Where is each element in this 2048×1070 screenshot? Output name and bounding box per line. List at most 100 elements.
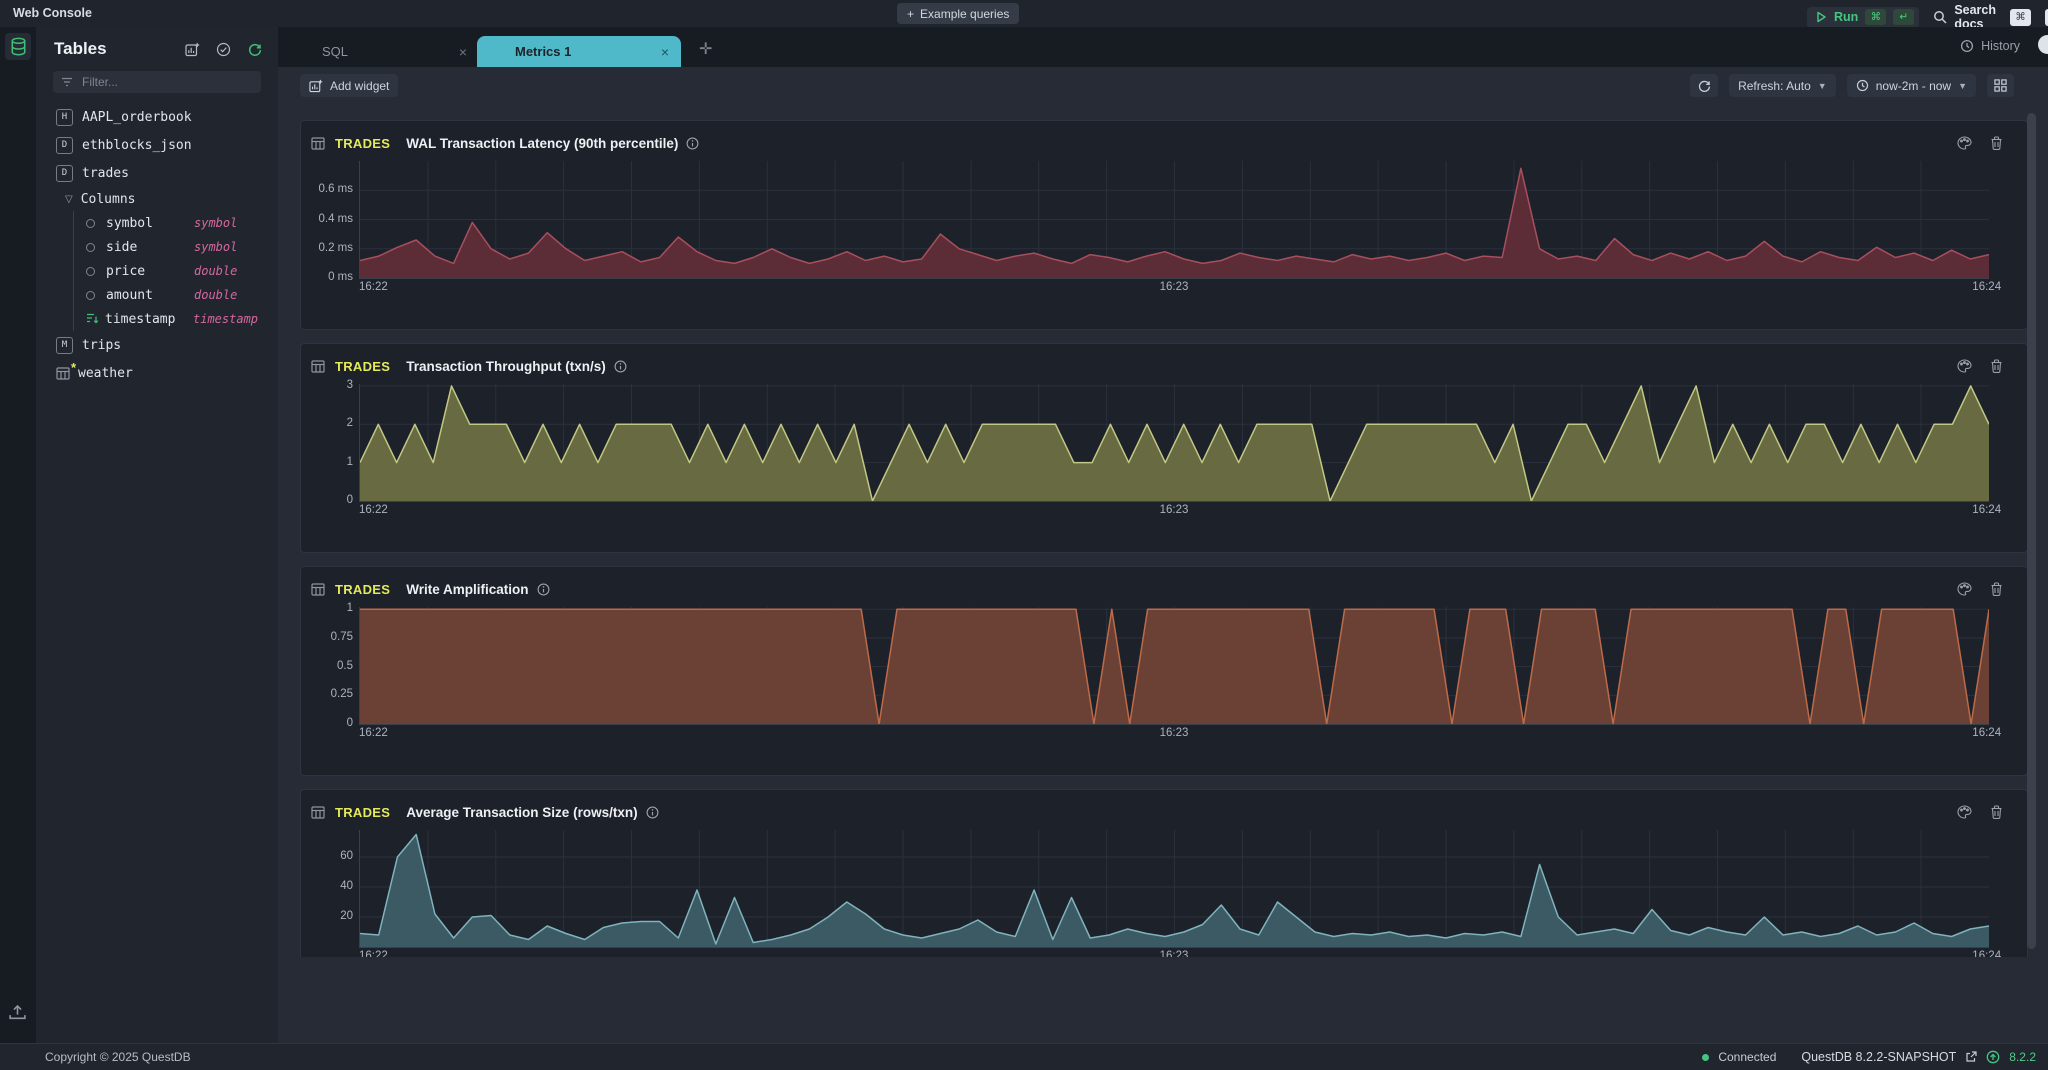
- palette-icon[interactable]: [1957, 805, 1972, 819]
- example-queries-button[interactable]: + Example queries: [897, 3, 1019, 24]
- history-clock-icon: [1960, 39, 1974, 53]
- y-tick-label: 0.5: [301, 660, 353, 672]
- x-axis-labels: 16:2216:2316:24: [359, 950, 1989, 957]
- refresh-now-button[interactable]: [1690, 74, 1718, 97]
- y-tick-label: 2: [301, 417, 353, 429]
- metric-widget-wal-latency: TRADESWAL Transaction Latency (90th perc…: [300, 120, 2028, 330]
- history-button[interactable]: History: [1960, 39, 2020, 53]
- table-name: weather: [78, 366, 133, 381]
- add-widget-button[interactable]: Add widget: [300, 74, 398, 97]
- y-tick-label: 0.2 ms: [301, 242, 353, 254]
- column-icon: [86, 243, 95, 252]
- chevron-down-icon: ▼: [1818, 81, 1827, 91]
- chart-area[interactable]: [359, 830, 1989, 948]
- column-type: double: [194, 264, 237, 278]
- run-button[interactable]: Run ⌘ ↵: [1807, 7, 1919, 28]
- designated-timestamp-icon: [86, 313, 99, 325]
- table-name: trades: [82, 166, 129, 181]
- add-tab-button[interactable]: ✛: [693, 38, 718, 60]
- palette-icon[interactable]: [1957, 582, 1972, 596]
- trash-icon[interactable]: [1990, 582, 2003, 596]
- chart-area[interactable]: [359, 607, 1989, 725]
- trash-icon[interactable]: [1990, 136, 2003, 150]
- vertical-scrollbar[interactable]: [2027, 113, 2036, 949]
- update-available-icon[interactable]: [1986, 1050, 2000, 1064]
- sidebar-column-timestamp[interactable]: timestamptimestamp: [36, 307, 278, 331]
- tab-sql[interactable]: SQL ×: [278, 36, 477, 67]
- info-icon[interactable]: [614, 360, 627, 373]
- x-axis-labels: 16:2216:2316:24: [359, 727, 1989, 741]
- metrics-toolbar: Add widget Refresh: Auto ▼ now-2m - now …: [278, 67, 2048, 105]
- table-type-badge: D: [56, 137, 73, 154]
- search-icon: [1933, 10, 1947, 24]
- table-name: AAPL_orderbook: [82, 110, 192, 125]
- palette-icon[interactable]: [1957, 359, 1972, 373]
- y-tick-label: 0.25: [301, 688, 353, 700]
- tables-sidebar: Tables HAAPL_orderbookDethblocks_jsonDtr…: [36, 27, 278, 1043]
- info-icon[interactable]: [537, 583, 550, 596]
- widget-title: Transaction Throughput (txn/s): [406, 359, 606, 374]
- sidebar-columns-folder[interactable]: ▽Columns: [36, 187, 278, 211]
- sidebar-column-price[interactable]: pricedouble: [36, 259, 278, 283]
- column-name: timestamp: [105, 312, 193, 327]
- widget-header: TRADESWrite Amplification: [301, 573, 2027, 605]
- expand-caret-icon[interactable]: ▽: [65, 194, 73, 205]
- sidebar-table-weather[interactable]: * weather: [36, 359, 278, 387]
- filter-icon: [61, 77, 73, 87]
- widget-title: WAL Transaction Latency (90th percentile…: [406, 136, 678, 151]
- top-bar: Web Console + Example queries Run ⌘ ↵ Se…: [0, 0, 2048, 27]
- filter-box: [53, 71, 261, 93]
- table-name: trips: [82, 338, 121, 353]
- column-icon: [86, 219, 95, 228]
- sidebar-table-ethblocks_json[interactable]: Dethblocks_json: [36, 131, 278, 159]
- add-metrics-icon[interactable]: [185, 42, 200, 57]
- import-button[interactable]: [8, 1004, 27, 1021]
- trash-icon[interactable]: [1990, 359, 2003, 373]
- trash-icon[interactable]: [1990, 805, 2003, 819]
- chart-area[interactable]: [359, 384, 1989, 502]
- metric-widget-write-amplification: TRADESWrite Amplification00.250.50.75116…: [300, 566, 2028, 776]
- info-icon[interactable]: [646, 806, 659, 819]
- time-range-dropdown[interactable]: now-2m - now ▼: [1847, 74, 1976, 97]
- help-icon[interactable]: [2038, 35, 2048, 54]
- version-short-label[interactable]: 8.2.2: [2009, 1050, 2036, 1064]
- refresh-icon[interactable]: [247, 42, 262, 57]
- close-icon[interactable]: ×: [661, 44, 669, 60]
- external-link-icon[interactable]: [1965, 1051, 1977, 1063]
- y-tick-label: 0.75: [301, 631, 353, 643]
- filter-input[interactable]: [80, 74, 253, 90]
- close-icon[interactable]: ×: [459, 44, 467, 60]
- column-type: symbol: [194, 240, 237, 254]
- sidebar-column-symbol[interactable]: symbolsymbol: [36, 211, 278, 235]
- info-icon[interactable]: [686, 137, 699, 150]
- check-circle-icon[interactable]: [216, 42, 231, 57]
- sidebar-column-side[interactable]: sidesymbol: [36, 235, 278, 259]
- copyright-text: Copyright © 2025 QuestDB: [45, 1050, 191, 1064]
- clock-icon: [1856, 79, 1869, 92]
- palette-icon[interactable]: [1957, 136, 1972, 150]
- table-grid-icon: *: [56, 367, 70, 380]
- y-tick-label: 0.4 ms: [301, 213, 353, 225]
- sidebar-table-trips[interactable]: Mtrips: [36, 331, 278, 359]
- table-type-badge: M: [56, 337, 73, 354]
- y-tick-label: 60: [301, 850, 353, 862]
- x-tick-label: 16:22: [359, 950, 388, 957]
- sidebar-table-trades[interactable]: Dtrades: [36, 159, 278, 187]
- play-icon: [1816, 11, 1827, 23]
- column-name: side: [106, 240, 194, 255]
- sidebar-column-amount[interactable]: amountdouble: [36, 283, 278, 307]
- version-full-label: QuestDB 8.2.2-SNAPSHOT: [1801, 1050, 1956, 1064]
- sidebar-table-AAPL_orderbook[interactable]: HAAPL_orderbook: [36, 103, 278, 131]
- database-icon: [10, 37, 27, 56]
- column-name: symbol: [106, 216, 194, 231]
- tab-metrics-1[interactable]: Metrics 1 ×: [477, 36, 681, 67]
- chart-area[interactable]: [359, 161, 1989, 279]
- upload-icon: [8, 1004, 27, 1021]
- tables-panel-button[interactable]: [5, 33, 31, 60]
- x-tick-label: 16:23: [1160, 950, 1189, 957]
- refresh-mode-dropdown[interactable]: Refresh: Auto ▼: [1729, 74, 1836, 97]
- x-tick-label: 16:23: [1160, 727, 1189, 739]
- grid-layout-button[interactable]: [1987, 74, 2014, 97]
- column-name: amount: [106, 288, 194, 303]
- widget-title: Write Amplification: [406, 582, 528, 597]
